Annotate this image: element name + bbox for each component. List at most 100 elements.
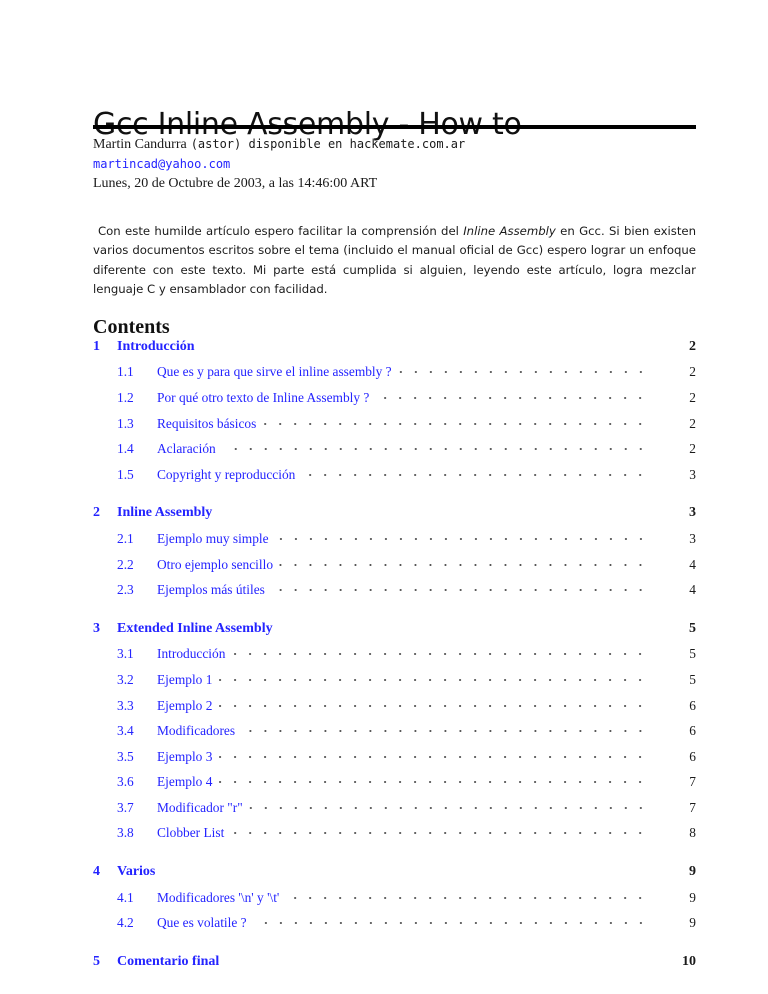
toc-subsection-title: Aclaración [157, 441, 222, 458]
toc-subsection-title: Introducción [157, 646, 232, 663]
toc-subsection-page: 4 [689, 582, 696, 598]
author-line: Martin Candurra (astor) disponible en ha… [93, 134, 465, 154]
abstract-emphasis: Inline Assembly [463, 223, 556, 238]
toc-section-page: 9 [689, 864, 696, 880]
toc-subsection-number: 3.2 [117, 671, 134, 687]
toc-subsection[interactable]: 3.6 Ejemplo 4 7 [93, 770, 696, 796]
toc-subsection-title: Ejemplo 4 [157, 774, 219, 791]
toc-section-number: 4 [93, 864, 100, 880]
toc-section[interactable]: 1 Introducción 2 [93, 334, 696, 360]
toc-subsection-link[interactable]: 3.3 Ejemplo 2 [93, 697, 219, 714]
author-block: Martin Candurra (astor) disponible en ha… [93, 134, 465, 193]
toc-leader-dots [218, 751, 648, 762]
toc-subsection-link[interactable]: 3.7 Modificador "r" [93, 799, 249, 816]
toc-leader-dots [252, 918, 648, 929]
toc-subsection[interactable]: 3.7 Modificador "r" 7 [93, 795, 696, 821]
toc-subsection-number: 3.7 [117, 799, 134, 815]
toc-subsection[interactable]: 4.1 Modificadores '\n' y '\t' 9 [93, 885, 696, 911]
toc-subsection-title: Copyright y reproducción [157, 466, 302, 483]
toc-subsection-link[interactable]: 1.5 Copyright y reproducción [93, 466, 302, 483]
toc-subsection-link[interactable]: 3.6 Ejemplo 4 [93, 774, 219, 791]
toc-subsection-link[interactable]: 3.2 Ejemplo 1 [93, 671, 219, 688]
toc-subsection-title: Ejemplo muy simple [157, 530, 275, 547]
toc-subsection[interactable]: 1.2 Por qué otro texto de Inline Assembly… [93, 385, 696, 411]
toc-subsection-page: 8 [689, 825, 696, 841]
toc-section[interactable]: 4 Varios 9 [93, 859, 696, 885]
toc-subsection-number: 1.2 [117, 389, 134, 405]
toc-section-title: Comentario final [117, 953, 226, 970]
toc-subsection[interactable]: 1.1 Que es y para que sirve el inline ass… [93, 360, 696, 386]
toc-subsection-page: 9 [689, 915, 696, 931]
toc-section-link[interactable]: 5 Comentario final [93, 953, 226, 970]
toc-subsection-number: 1.1 [117, 364, 134, 380]
toc-subsection[interactable]: 4.2 Que es volatile ? 9 [93, 910, 696, 936]
toc-subsection-link[interactable]: 1.4 Aclaración [93, 441, 222, 458]
toc-subsection[interactable]: 3.4 Modificadores 6 [93, 718, 696, 744]
toc-subsection-link[interactable]: 4.1 Modificadores '\n' y '\t' [93, 889, 286, 906]
toc-section[interactable]: 3 Extended Inline Assembly 5 [93, 616, 696, 642]
abstract-text-1: Con este humilde artículo espero facilit… [98, 223, 464, 238]
toc-subsection-number: 2.2 [117, 556, 134, 572]
toc-subsection[interactable]: 1.4 Aclaración 2 [93, 436, 696, 462]
toc-leader-dots [218, 700, 648, 711]
toc-subsection[interactable]: 3.3 Ejemplo 2 6 [93, 693, 696, 719]
toc-subsection-link[interactable]: 2.1 Ejemplo muy simple [93, 530, 275, 547]
author-handle: (astor) disponible en hackemate.com.ar [190, 137, 466, 151]
toc-subsection-link[interactable]: 4.2 Que es volatile ? [93, 915, 253, 932]
toc-subsection-page: 4 [689, 556, 696, 572]
toc-subsection[interactable]: 3.1 Introducción 5 [93, 642, 696, 668]
toc-leader-dots [230, 828, 648, 839]
toc-subsection-link[interactable]: 3.8 Clobber List [93, 825, 231, 842]
toc-subsection-page: 6 [689, 723, 696, 739]
toc-section-number: 1 [93, 338, 100, 354]
toc-subsection-number: 1.4 [117, 441, 134, 457]
toc-subsection[interactable]: 2.3 Ejemplos más útiles 4 [93, 577, 696, 603]
toc-subsection-page: 3 [689, 530, 696, 546]
toc-subsection-page: 3 [689, 466, 696, 482]
title-rule [93, 125, 696, 129]
toc-section-title: Varios [117, 864, 162, 881]
toc-subsection[interactable]: 1.3 Requisitos básicos 2 [93, 411, 696, 437]
toc-subsection[interactable]: 3.2 Ejemplo 1 5 [93, 667, 696, 693]
toc-subsection[interactable]: 2.2 Otro ejemplo sencillo 4 [93, 552, 696, 578]
toc-subsection-page: 6 [689, 697, 696, 713]
toc-subsection-title: Ejemplos más útiles [157, 582, 271, 599]
toc-subsection[interactable]: 3.5 Ejemplo 3 6 [93, 744, 696, 770]
toc-subsection-link[interactable]: 1.1 Que es y para que sirve el inline ass… [93, 364, 398, 381]
toc-subsection[interactable]: 3.8 Clobber List 8 [93, 821, 696, 847]
toc-subsection-title: Que es volatile ? [157, 915, 253, 932]
toc-subsection-link[interactable]: 2.2 Otro ejemplo sencillo [93, 556, 280, 573]
toc-section-page: 10 [682, 953, 696, 969]
toc-section[interactable]: 5 Comentario final 10 [93, 949, 696, 975]
toc-subsection-title: Ejemplo 3 [157, 748, 219, 765]
toc-subsection[interactable]: 2.1 Ejemplo muy simple 3 [93, 526, 696, 552]
toc-section-page: 2 [689, 338, 696, 354]
toc-section-title: Extended Inline Assembly [117, 620, 279, 637]
table-of-contents: 1 Introducción 2 1.1 Que es y para que sirve… [93, 334, 696, 975]
toc-leader-dots [231, 649, 648, 660]
toc-section-page: 3 [689, 505, 696, 521]
toc-section-number: 5 [93, 953, 100, 969]
toc-subsection-link[interactable]: 3.4 Modificadores [93, 723, 242, 740]
toc-section-link[interactable]: 2 Inline Assembly [93, 505, 219, 522]
toc-leader-dots [218, 777, 648, 788]
author-email-link[interactable]: martincad@yahoo.com [93, 157, 230, 171]
toc-subsection-link[interactable]: 1.2 Por qué otro texto de Inline Assembly… [93, 389, 376, 406]
toc-subsection[interactable]: 1.5 Copyright y reproducción 3 [93, 462, 696, 488]
toc-subsection-number: 3.3 [117, 697, 134, 713]
toc-section[interactable]: 2 Inline Assembly 3 [93, 501, 696, 527]
toc-subsection-title: Modificadores '\n' y '\t' [157, 889, 286, 906]
toc-subsection-link[interactable]: 3.5 Ejemplo 3 [93, 748, 219, 765]
toc-subsection-title: Otro ejemplo sencillo [157, 556, 280, 573]
toc-subsection-title: Por qué otro texto de Inline Assembly ? [157, 389, 376, 406]
toc-section-link[interactable]: 4 Varios [93, 864, 162, 881]
toc-section-link[interactable]: 3 Extended Inline Assembly [93, 620, 279, 637]
toc-subsection-link[interactable]: 2.3 Ejemplos más útiles [93, 582, 271, 599]
toc-subsection-number: 3.4 [117, 723, 134, 739]
toc-section-link[interactable]: 1 Introducción [93, 338, 201, 355]
toc-leader-dots [248, 802, 648, 813]
toc-subsection-link[interactable]: 1.3 Requisitos básicos [93, 415, 263, 432]
toc-subsection-link[interactable]: 3.1 Introducción [93, 646, 232, 663]
toc-subsection-page: 5 [689, 646, 696, 662]
toc-subsection-title: Modificadores [157, 723, 242, 740]
